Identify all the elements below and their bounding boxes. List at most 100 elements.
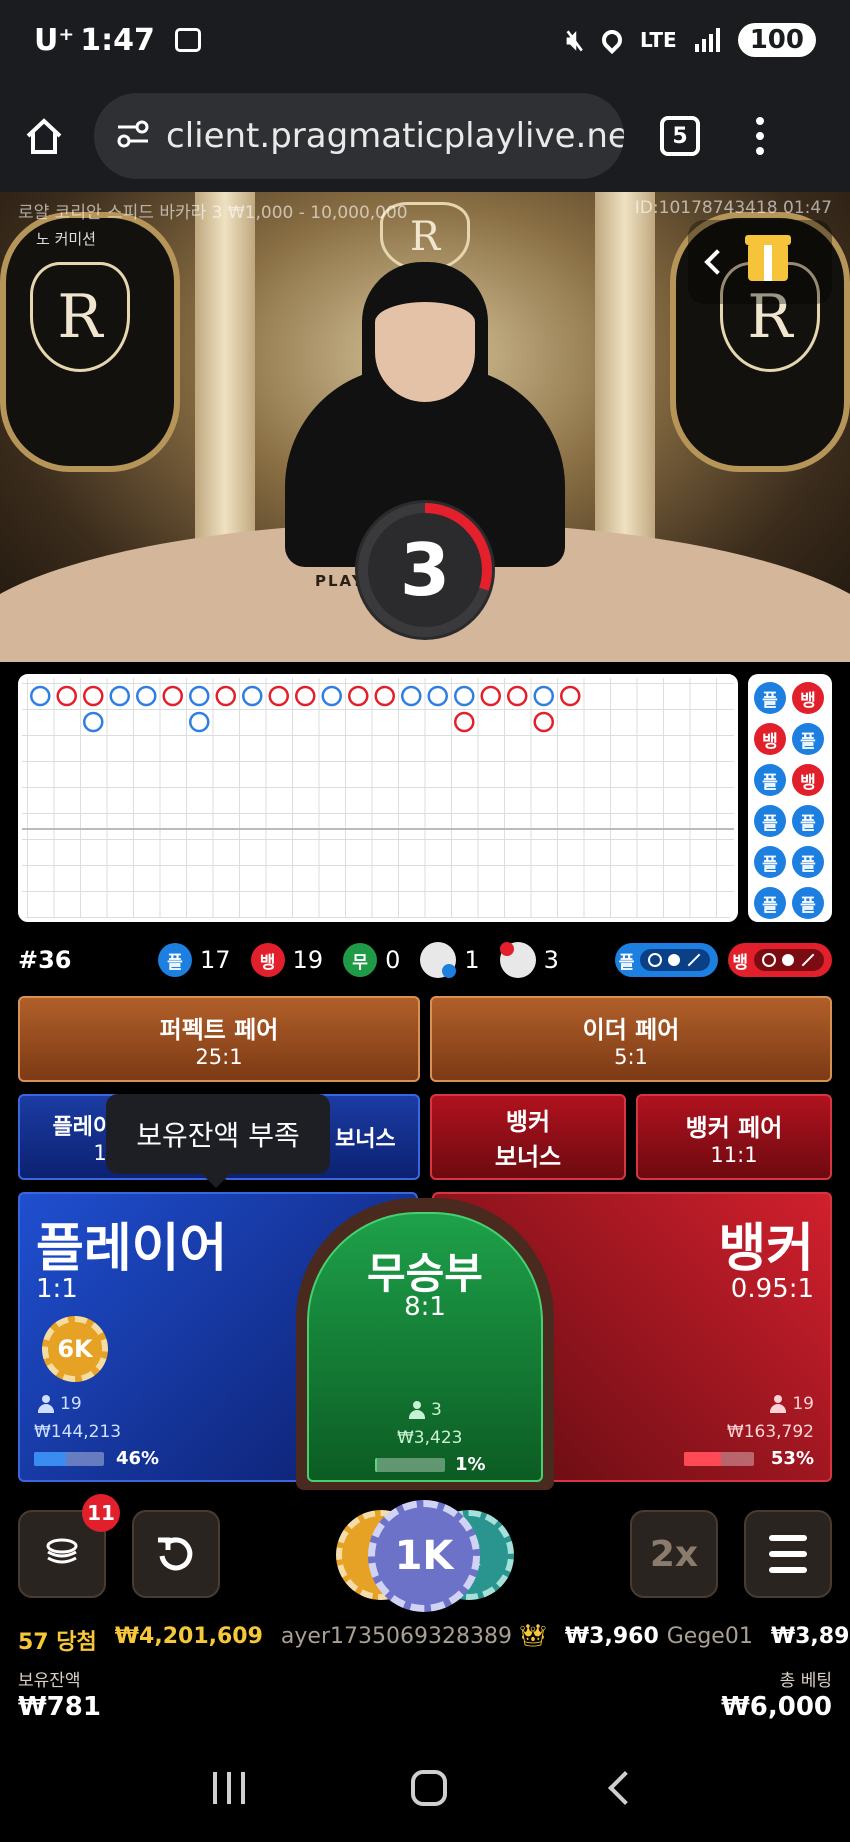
banker-result-mark (215, 685, 236, 707)
player-result-mark (83, 711, 104, 733)
player-pair-count: 1 (464, 946, 480, 974)
table-info: 로얄 코리안 스피드 바카라 3 ₩1,000 - 10,000,000 (18, 203, 408, 223)
promo-button[interactable] (688, 220, 832, 304)
notification-badge: 11 (82, 1494, 120, 1532)
person-icon (770, 1395, 787, 1413)
tie-odds: 8:1 (404, 1292, 446, 1322)
banker-result-mark (295, 685, 316, 707)
player-predict-button[interactable]: 플 (614, 943, 719, 977)
tabs-button[interactable]: 5 (660, 116, 700, 156)
scoreboard-roadmap[interactable] (18, 674, 738, 922)
predict-player-dot: 플 (754, 764, 786, 796)
address-bar[interactable]: client.pragmaticplaylive.net/ (94, 93, 624, 179)
clock: 1:47 (80, 22, 155, 58)
screenshot-icon (174, 28, 201, 52)
ticker-player-2: Gege01 (666, 1624, 753, 1649)
tie-badge: 무 (343, 943, 378, 977)
either-pair-bet[interactable]: 이더 페어 5:1 (430, 996, 832, 1082)
predict-banker-dot: 뱅 (754, 723, 786, 755)
banker-bettor-count: 19 (792, 1394, 814, 1414)
banker-result-mark (162, 685, 183, 707)
person-icon (409, 1401, 425, 1419)
banker-result-mark (56, 685, 77, 707)
live-video: R R R PLAYER BANKER 로얄 코리안 스피드 바카라 3 ₩1,… (0, 192, 850, 662)
player-pct: 46% (116, 1448, 160, 1469)
tie-total: ₩3,423 (397, 1428, 463, 1448)
predict-player-dot: 플 (754, 887, 786, 919)
person-icon (38, 1395, 54, 1413)
undo-button[interactable] (132, 1510, 220, 1598)
banker-bonus-label-2: 보너스 (494, 1143, 562, 1171)
banker-badge: 뱅 (250, 943, 285, 977)
banker-result-mark (83, 685, 104, 707)
balance-value: ₩781 (18, 1692, 101, 1722)
no-commission-badge: 노 커미션 (36, 230, 96, 248)
android-navbar (0, 1734, 850, 1842)
player-result-mark (533, 685, 554, 707)
stats-bar: #36 플 17 뱅 19 무 0 1 3 플 뱅 (18, 940, 832, 980)
predict-player-dot: 플 (792, 846, 824, 878)
signal-icon (694, 28, 720, 52)
player-pct-bar (34, 1452, 104, 1466)
tie-count: 0 (385, 946, 401, 974)
banker-predict-label: 뱅 (732, 952, 748, 973)
countdown-number: 3 (399, 528, 451, 612)
placed-chip[interactable]: 6K (42, 1316, 108, 1382)
roadmap-divider (22, 828, 734, 830)
banker-bonus-bet[interactable]: 뱅커 보너스 (430, 1094, 626, 1180)
carrier-label: U⁺ (34, 22, 75, 58)
predict-banker-dot: 뱅 (792, 682, 824, 714)
player-bettors: 19 (38, 1394, 82, 1414)
lte-icon: LTE (639, 28, 677, 52)
round-number: #36 (18, 946, 72, 974)
menu-button[interactable] (744, 1510, 832, 1598)
winners-count: 57 당첨 (18, 1630, 97, 1655)
either-pair-label: 이더 페어 (582, 1015, 680, 1044)
player-total: ₩144,213 (34, 1422, 122, 1442)
location-icon (597, 25, 627, 55)
road-predictor[interactable]: 플뱅뱅플플뱅플플플플플플 (748, 674, 832, 922)
back-nav-icon[interactable] (608, 1771, 642, 1805)
winners-ticker: 57 당첨 ₩4,201,609 ayer1735069328389 👑︎ ₩3… (18, 1624, 850, 1660)
browser-toolbar: client.pragmaticplaylive.net/ 5 (0, 80, 850, 192)
home-nav-icon[interactable] (411, 1770, 447, 1806)
either-pair-odds: 5:1 (614, 1044, 648, 1069)
chevron-left-icon (704, 249, 730, 275)
player-result-mark (30, 685, 51, 707)
banker-result-mark (480, 685, 501, 707)
predict-symbols-player (640, 949, 711, 971)
player-result-mark (321, 685, 342, 707)
player-result-mark (427, 685, 448, 707)
banker-wins-stat: 뱅 19 (250, 943, 323, 977)
banker-odds: 0.95:1 (730, 1274, 814, 1304)
player-result-mark (454, 685, 475, 707)
site-settings-icon[interactable] (116, 119, 150, 153)
banker-label: 뱅커 (718, 1219, 814, 1279)
chip-1k-selected[interactable]: 1K (368, 1500, 480, 1612)
undo-icon (158, 1537, 193, 1571)
recent-apps-icon[interactable] (213, 1772, 245, 1804)
hamburger-icon (769, 1535, 807, 1541)
predict-player-dot: 플 (792, 723, 824, 755)
banker-pair-bet[interactable]: 뱅커 페어 11:1 (636, 1094, 832, 1180)
home-icon[interactable] (24, 116, 64, 156)
balance-label: 보유잔액 (18, 1671, 81, 1691)
banker-predict-button[interactable]: 뱅 (728, 943, 832, 977)
double-button[interactable]: 2x (630, 1510, 718, 1598)
player-badge: 플 (158, 943, 192, 977)
predict-symbols-banker (754, 949, 824, 971)
table-id: ID:10178743418 01:47 (634, 198, 832, 218)
banker-bettors: 19 (770, 1394, 814, 1414)
tie-pct: 1% (455, 1454, 486, 1475)
player-wins-stat: 플 17 (158, 943, 231, 977)
predict-player-dot: 플 (754, 805, 786, 837)
insufficient-balance-tooltip: 보유잔액 부족 (106, 1094, 330, 1174)
banker-result-mark (348, 685, 369, 707)
banker-total: ₩163,792 (726, 1422, 814, 1442)
perfect-pair-bet[interactable]: 퍼펙트 페어 25:1 (18, 996, 420, 1082)
tie-bet-area[interactable]: 무승부 8:1 3 ₩3,423 1% (307, 1212, 543, 1482)
countdown-timer: 3 (355, 500, 495, 640)
player-wins-count: 17 (200, 946, 231, 974)
player-label: 플레이어 (36, 1219, 228, 1279)
kebab-menu-icon[interactable] (756, 117, 764, 155)
